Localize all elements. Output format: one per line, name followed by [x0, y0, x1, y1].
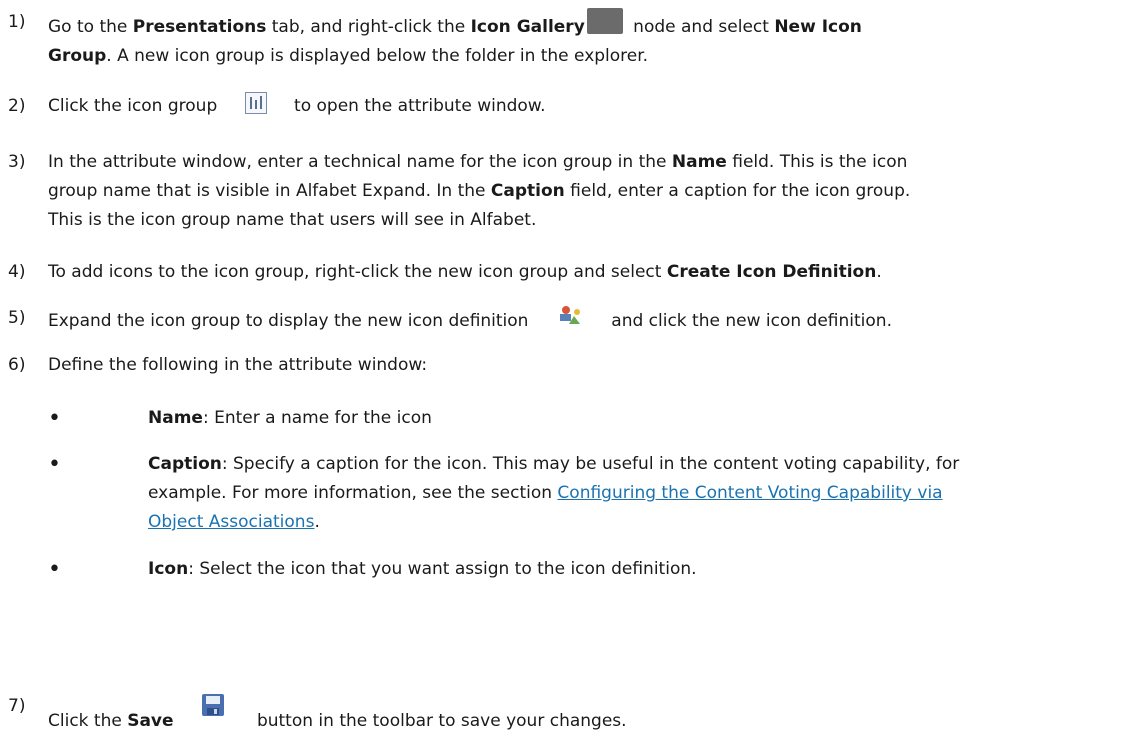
- bullet-icon: •: [48, 557, 61, 582]
- step-text: To add icons to the icon group, right-cl…: [48, 262, 882, 282]
- bullet-name: • Name: Enter a name for the icon: [48, 406, 432, 431]
- save-label: Save: [127, 711, 174, 731]
- create-icon-definition-label: Create Icon Definition: [666, 262, 877, 282]
- name-label: Name: [671, 152, 727, 172]
- step-number: 1): [8, 12, 26, 32]
- step-number: 2): [8, 96, 26, 116]
- step-5: 5) Expand the icon group to display the …: [0, 304, 1143, 334]
- step-4: 4) To add icons to the icon group, right…: [0, 258, 1143, 288]
- bullet-icon: •: [48, 452, 61, 477]
- icon-gallery-label: Icon Gallery: [470, 17, 585, 37]
- step-number: 6): [8, 355, 26, 375]
- bullet-icon: •: [48, 406, 61, 431]
- bullet-caption: • Caption: Specify a caption for the ico…: [48, 452, 960, 532]
- caption-label: Caption: [490, 181, 565, 201]
- presentations-label: Presentations: [132, 17, 267, 37]
- step-3: 3) In the attribute window, enter a tech…: [0, 148, 1143, 238]
- step-text: In the attribute window, enter a technic…: [48, 152, 911, 230]
- step-1: 1) Go to the Presentations tab, and righ…: [0, 8, 1143, 68]
- step-7: 7) Click the Save button in the toolbar …: [0, 692, 1143, 731]
- step-text: Expand the icon group to display the new…: [48, 304, 1133, 336]
- save-icon: [200, 692, 226, 718]
- step-number: 4): [8, 262, 26, 282]
- step-number: 5): [8, 308, 26, 328]
- step-number: 3): [8, 152, 26, 172]
- step-number: 7): [8, 696, 26, 716]
- step-text: Click the Save button in the toolbar to …: [48, 692, 1133, 736]
- step-2: 2) Click the icon group to open the attr…: [0, 92, 1143, 122]
- step-text: Click the icon group to open the attribu…: [48, 92, 1133, 121]
- step-text: Define the following in the attribute wi…: [48, 355, 428, 375]
- folder-icon: [586, 8, 623, 34]
- icon-group-icon: [244, 92, 267, 114]
- bullet-icon-item: • Icon: Select the icon that you want as…: [48, 557, 697, 582]
- icon-definition-icon: [556, 304, 584, 328]
- new-icon-group-label: Group: [48, 46, 107, 66]
- step-6: 6) Define the following in the attribute…: [0, 351, 1143, 381]
- step-text: Go to the Presentations tab, and right-c…: [48, 8, 1133, 71]
